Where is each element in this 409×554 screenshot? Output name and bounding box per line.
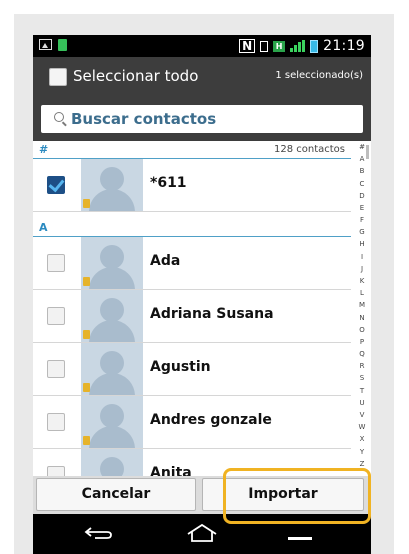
section-letter: A — [39, 221, 48, 234]
alphabet-index-bar[interactable]: # A B C D E F G H I J K L M N O P Q R S T U V W X Y Z — [353, 141, 371, 476]
home-icon[interactable] — [185, 522, 219, 544]
index-letter[interactable]: N — [353, 314, 371, 322]
index-letter[interactable]: R — [353, 362, 371, 370]
cancel-button[interactable]: Cancelar — [36, 478, 196, 511]
signal-icon — [290, 40, 306, 52]
selected-count: 1 seleccionado(s) — [275, 70, 363, 81]
index-letter[interactable]: F — [353, 216, 371, 224]
contact-checkbox[interactable] — [47, 413, 65, 431]
index-letter[interactable]: T — [353, 387, 371, 395]
sim-icon — [83, 436, 90, 445]
contact-count: 128 contactos — [273, 144, 345, 155]
contact-name: *611 — [150, 175, 187, 191]
select-all-checkbox[interactable] — [49, 68, 67, 86]
status-bar: N H 21:19 — [33, 35, 371, 57]
sim-icon — [83, 330, 90, 339]
index-letter[interactable]: K — [353, 277, 371, 285]
avatar — [81, 396, 143, 448]
contact-name: Anita — [150, 465, 192, 476]
list-item[interactable]: *611 — [33, 159, 351, 212]
import-button[interactable]: Importar — [202, 478, 364, 511]
nfc-icon: N — [239, 39, 256, 53]
selection-header: Seleccionar todo 1 seleccionado(s) — [33, 57, 371, 97]
button-bar: Cancelar Importar — [33, 476, 371, 514]
index-letter[interactable]: U — [353, 399, 371, 407]
list-item[interactable]: Anita — [33, 449, 351, 476]
select-all-label[interactable]: Seleccionar todo — [73, 67, 198, 85]
section-header-hash: # 128 contactos — [33, 141, 351, 159]
battery-icon — [310, 39, 319, 53]
network-h-icon: H — [273, 40, 286, 52]
index-letter[interactable]: Z — [353, 460, 371, 468]
sd-card-icon — [58, 39, 67, 51]
navigation-bar — [33, 514, 371, 554]
avatar — [81, 237, 143, 289]
image-icon — [39, 39, 52, 50]
avatar — [81, 343, 143, 395]
phone-screen: N H 21:19 Seleccionar todo 1 seleccionad… — [33, 35, 371, 554]
index-letter[interactable]: G — [353, 228, 371, 236]
index-letter[interactable]: P — [353, 338, 371, 346]
contact-name: Ada — [150, 253, 181, 269]
sim-icon — [83, 277, 90, 286]
list-item[interactable]: Adriana Susana — [33, 290, 351, 343]
section-header-a: A — [33, 219, 351, 237]
index-letter[interactable]: W — [353, 423, 371, 431]
list-item[interactable]: Agustin — [33, 343, 351, 396]
index-letter[interactable]: X — [353, 435, 371, 443]
search-area: Buscar contactos — [33, 97, 371, 141]
list-item[interactable]: Andres gonzale — [33, 396, 351, 449]
avatar — [81, 449, 143, 476]
search-input[interactable]: Buscar contactos — [41, 105, 363, 133]
scrollbar[interactable] — [366, 145, 369, 159]
sim-icon — [83, 199, 90, 208]
index-letter[interactable]: L — [353, 289, 371, 297]
list-item[interactable]: Ada — [33, 237, 351, 290]
index-letter[interactable]: E — [353, 204, 371, 212]
index-letter[interactable]: V — [353, 411, 371, 419]
index-letter[interactable]: O — [353, 326, 371, 334]
index-letter[interactable]: I — [353, 253, 371, 261]
avatar — [81, 290, 143, 342]
contact-checkbox[interactable] — [47, 176, 65, 194]
menu-icon[interactable] — [288, 525, 312, 541]
index-letter[interactable]: C — [353, 180, 371, 188]
back-icon[interactable] — [83, 526, 113, 540]
index-letter[interactable]: M — [353, 301, 371, 309]
status-time: 21:19 — [323, 38, 365, 54]
search-icon — [54, 112, 64, 122]
index-letter[interactable]: H — [353, 240, 371, 248]
contact-name: Andres gonzale — [150, 412, 272, 428]
index-letter[interactable]: J — [353, 265, 371, 273]
contact-checkbox[interactable] — [47, 360, 65, 378]
contact-checkbox[interactable] — [47, 466, 65, 476]
avatar — [81, 159, 143, 211]
vibrate-icon — [260, 40, 269, 52]
contact-list[interactable]: # 128 contactos *611 A Ada Adriana Susan… — [33, 141, 371, 476]
sim-icon — [83, 383, 90, 392]
index-letter[interactable]: S — [353, 374, 371, 382]
contact-name: Agustin — [150, 359, 211, 375]
contact-name: Adriana Susana — [150, 306, 274, 322]
index-letter[interactable]: Y — [353, 448, 371, 456]
search-placeholder: Buscar contactos — [71, 110, 217, 128]
index-letter[interactable]: Q — [353, 350, 371, 358]
section-letter: # — [39, 143, 49, 156]
contact-checkbox[interactable] — [47, 254, 65, 272]
contact-checkbox[interactable] — [47, 307, 65, 325]
index-letter[interactable]: B — [353, 167, 371, 175]
index-letter[interactable]: D — [353, 192, 371, 200]
